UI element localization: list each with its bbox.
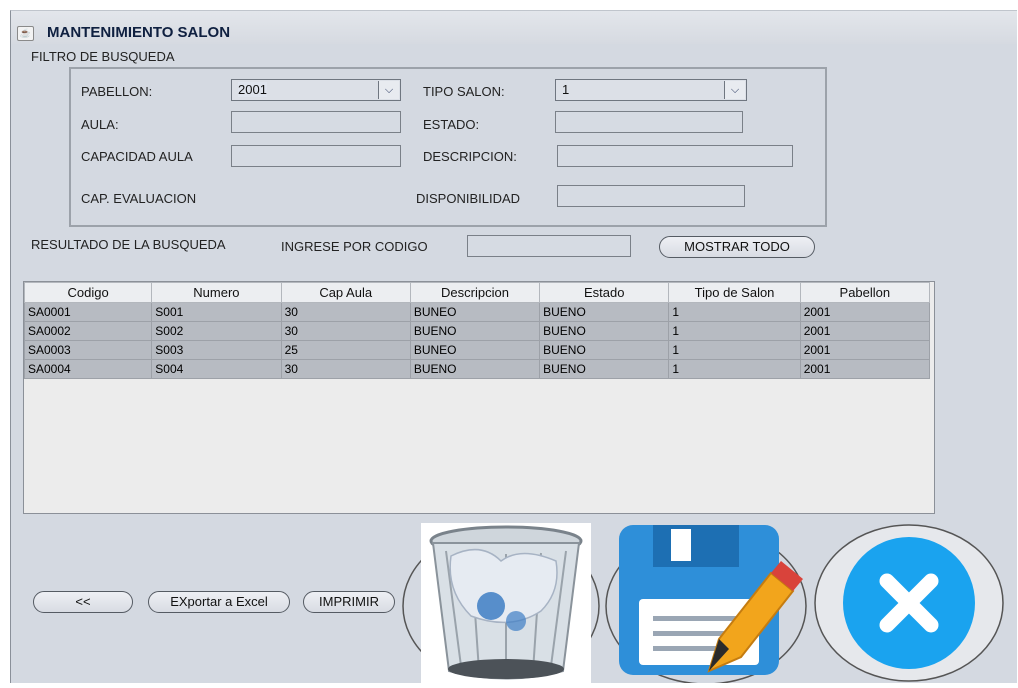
table-cell[interactable]: S001 — [151, 302, 282, 322]
search-code-input[interactable] — [467, 235, 631, 257]
table-row[interactable]: SA0003 S003 25 BUNEO BUENO 1 2001 — [23, 340, 931, 360]
chevron-down-icon[interactable]: ⌵ — [378, 81, 399, 99]
column-header[interactable]: Pabellon — [799, 282, 931, 303]
pabellon-selected-value: 2001 — [238, 82, 267, 97]
title-bar: ☕ MANTENIMIENTO SALON — [11, 11, 1017, 44]
java-cup-icon: ☕ — [17, 26, 34, 41]
column-header[interactable]: Tipo de Salon — [668, 282, 801, 303]
table-row[interactable]: SA0002 S002 30 BUENO BUENO 1 2001 — [23, 321, 931, 341]
back-button[interactable]: << — [33, 591, 133, 613]
aula-field[interactable] — [231, 111, 401, 133]
tipo-salon-selected-value: 1 — [562, 82, 570, 97]
table-row[interactable]: SA0004 S004 30 BUENO BUENO 1 2001 — [23, 359, 931, 379]
table-cell[interactable]: BUENO — [409, 359, 541, 379]
table-cell[interactable]: SA0002 — [23, 321, 153, 341]
table-cell[interactable]: 2001 — [799, 340, 931, 360]
results-table-panel: Codigo Numero Cap Aula Descripcion Estad… — [23, 281, 935, 514]
results-table: Codigo Numero Cap Aula Descripcion Estad… — [23, 282, 931, 379]
delete-button[interactable] — [391, 521, 601, 685]
show-all-button[interactable]: MOSTRAR TODO — [659, 236, 815, 258]
capacidad-aula-label: CAPACIDAD AULA — [81, 149, 193, 164]
table-cell[interactable]: 1 — [668, 302, 801, 322]
print-button[interactable]: IMPRIMIR — [303, 591, 395, 613]
column-header[interactable]: Cap Aula — [280, 282, 411, 303]
filter-section-label: FILTRO DE BUSQUEDA — [31, 49, 175, 64]
main-window: ☕ MANTENIMIENTO SALON FILTRO DE BUSQUEDA… — [10, 10, 1017, 685]
pabellon-label: PABELLON: — [81, 84, 153, 99]
tipo-salon-label: TIPO SALON: — [423, 84, 505, 99]
table-cell[interactable]: BUENO — [539, 359, 670, 379]
table-cell[interactable]: BUENO — [539, 302, 670, 322]
pabellon-select[interactable]: 2001 ⌵ — [231, 79, 401, 101]
capacidad-aula-field[interactable] — [231, 145, 401, 167]
table-cell[interactable]: S003 — [151, 340, 282, 360]
close-button[interactable] — [813, 521, 1013, 683]
table-row[interactable]: SA0001 S001 30 BUNEO BUENO 1 2001 — [23, 302, 931, 322]
table-cell[interactable]: BUNEO — [409, 302, 541, 322]
table-header-row: Codigo Numero Cap Aula Descripcion Estad… — [23, 282, 931, 303]
estado-label: ESTADO: — [423, 117, 480, 132]
trash-can-icon — [402, 523, 600, 685]
cap-evaluacion-label: CAP. EVALUACION — [81, 191, 197, 206]
table-cell[interactable]: BUENO — [539, 340, 670, 360]
table-cell[interactable]: 2001 — [799, 302, 931, 322]
column-header[interactable]: Estado — [539, 282, 670, 303]
table-cell[interactable]: 30 — [280, 302, 411, 322]
table-cell[interactable]: BUENO — [409, 321, 541, 341]
column-header[interactable]: Numero — [151, 282, 282, 303]
table-cell[interactable]: SA0004 — [23, 359, 153, 379]
table-cell[interactable]: BUNEO — [409, 340, 541, 360]
table-cell[interactable]: 30 — [280, 321, 411, 341]
results-section-label: RESULTADO DE LA BUSQUEDA — [31, 237, 226, 252]
table-cell[interactable]: SA0001 — [23, 302, 153, 322]
window-title: MANTENIMIENTO SALON — [47, 24, 231, 41]
tipo-salon-select[interactable]: 1 ⌵ — [555, 79, 747, 101]
close-x-icon — [814, 524, 1004, 682]
table-cell[interactable]: 25 — [280, 340, 411, 360]
table-cell[interactable]: 1 — [668, 359, 801, 379]
chevron-down-icon[interactable]: ⌵ — [724, 81, 745, 99]
table-cell[interactable]: 2001 — [799, 321, 931, 341]
table-cell[interactable]: 1 — [668, 340, 801, 360]
search-code-label: INGRESE POR CODIGO — [281, 239, 428, 254]
descripcion-label: DESCRIPCION: — [423, 149, 517, 164]
table-cell[interactable]: 2001 — [799, 359, 931, 379]
column-header[interactable]: Descripcion — [409, 282, 541, 303]
table-cell[interactable]: SA0003 — [23, 340, 153, 360]
disponibilidad-field[interactable] — [557, 185, 745, 207]
table-cell[interactable]: BUENO — [539, 321, 670, 341]
table-cell[interactable]: 1 — [668, 321, 801, 341]
save-button[interactable] — [601, 521, 807, 685]
table-cell[interactable]: S004 — [151, 359, 282, 379]
estado-field[interactable] — [555, 111, 743, 133]
export-excel-button[interactable]: EXportar a Excel — [148, 591, 290, 613]
column-header[interactable]: Codigo — [23, 282, 153, 303]
disponibilidad-label: DISPONIBILIDAD — [416, 191, 521, 206]
table-cell[interactable]: 30 — [280, 359, 411, 379]
save-edit-icon — [605, 525, 807, 685]
descripcion-field[interactable] — [557, 145, 793, 167]
aula-label: AULA: — [81, 117, 119, 132]
table-cell[interactable]: S002 — [151, 321, 282, 341]
